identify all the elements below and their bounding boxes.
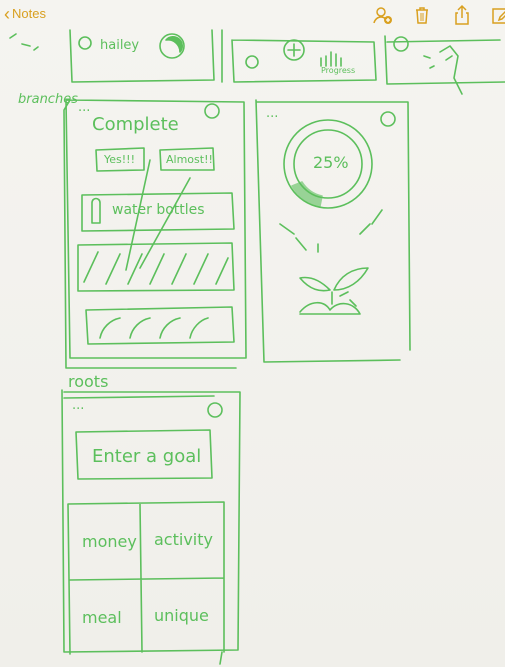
category-grid [67, 501, 225, 655]
water-bottles-item[interactable]: water bottles [112, 202, 205, 218]
progress-tab-label: Progress [321, 66, 356, 75]
sprout-icon [299, 267, 369, 292]
roots-section-label: roots [68, 372, 109, 391]
enter-goal-button[interactable]: Enter a goal [92, 446, 201, 467]
category-money[interactable]: money [82, 532, 137, 551]
card-menu-dots[interactable]: ... [266, 106, 278, 121]
category-unique[interactable]: unique [154, 606, 209, 625]
almost-button[interactable]: Almost!! [166, 153, 213, 166]
top-card-3 [384, 35, 505, 85]
card-menu-dots[interactable]: ... [78, 100, 90, 115]
complete-title: Complete [92, 114, 179, 135]
card-menu-dots[interactable]: ... [72, 398, 84, 413]
scribble-mark [9, 33, 39, 51]
striped-row [77, 242, 235, 292]
top-card-1 [69, 29, 215, 83]
category-activity[interactable]: activity [154, 530, 213, 549]
yes-button[interactable]: Yes!!! [104, 153, 135, 166]
branches-section-label: branches [18, 92, 78, 107]
progress-percent: 25% [313, 153, 349, 172]
category-meal[interactable]: meal [82, 608, 122, 627]
branches-card-progress [255, 99, 411, 363]
user-name-label: hailey [100, 38, 140, 53]
